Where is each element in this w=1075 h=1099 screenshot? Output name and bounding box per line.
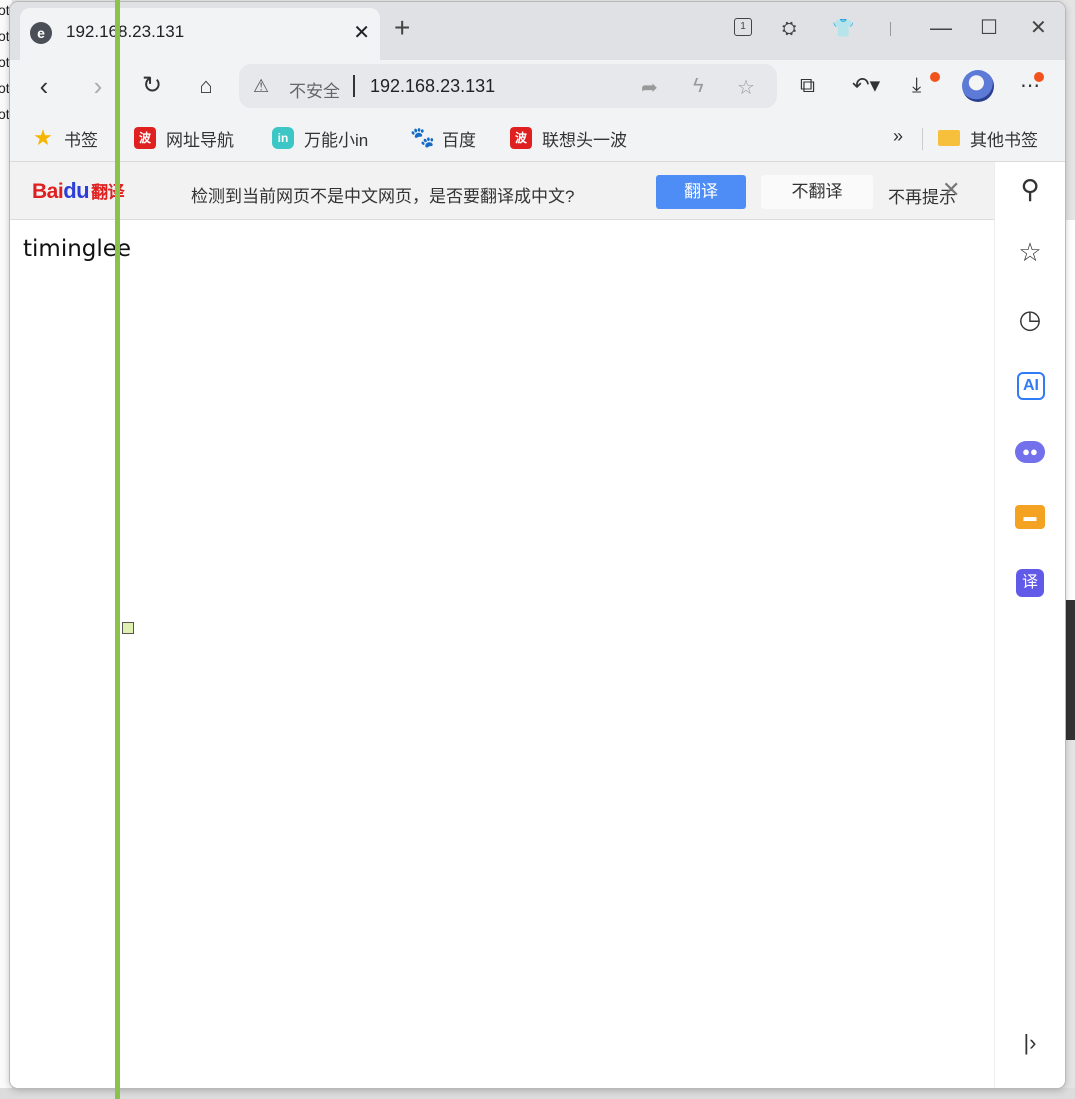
bookmark-item[interactable]: 🐾 百度 — [410, 124, 476, 152]
taskbar-strip — [0, 1088, 1075, 1099]
translate-icon[interactable]: 译 — [1016, 569, 1044, 597]
right-sidebar: ⚲ ☆ ◷ AI ●● ▬ 译 |› — [994, 162, 1065, 1088]
security-label[interactable]: 不安全 — [289, 77, 340, 102]
tab-count-button[interactable]: 1 — [734, 18, 752, 36]
favorites-star-icon[interactable]: ☆ — [1015, 237, 1045, 267]
no-translate-button[interactable]: 不翻译 — [761, 175, 873, 209]
background-text: ot — [0, 54, 10, 70]
undo-dropdown-icon[interactable]: ↶▾ — [852, 74, 880, 98]
translate-button[interactable]: 翻译 — [656, 175, 746, 209]
background-text: ot — [0, 80, 10, 96]
other-bookmarks-label: 其他书签 — [970, 130, 1038, 150]
wanneng-icon: in — [272, 127, 294, 149]
other-bookmarks[interactable]: 其他书签 — [938, 124, 1038, 152]
translate-bar: Baidu 翻译 检测到当前网页不是中文网页，是否要翻译成中文? 翻译 不翻译 不… — [10, 162, 994, 220]
new-tab-button[interactable]: + — [394, 14, 410, 42]
toolbox-icon[interactable]: ▬ — [1015, 505, 1045, 529]
bookmark-label: 书签 — [64, 130, 98, 150]
more-bookmarks-button[interactable]: » — [893, 126, 903, 147]
baidu-paw-icon: 🐾 — [410, 127, 435, 149]
background-text: ot — [0, 28, 10, 44]
lenovo-icon: 波 — [510, 127, 532, 149]
close-icon[interactable]: ✕ — [942, 177, 960, 203]
tab-title: 192.168.23.131 — [66, 22, 185, 41]
resize-handle[interactable] — [122, 622, 134, 634]
translate-message: 检测到当前网页不是中文网页，是否要翻译成中文? — [191, 187, 575, 206]
vertical-guide-line[interactable] — [115, 0, 120, 1099]
home-button[interactable]: ⌂ — [190, 70, 222, 102]
share-icon[interactable]: ➦ — [641, 75, 658, 100]
user-avatar[interactable] — [962, 70, 994, 102]
tab-strip: e 192.168.23.131 ✕ + 1 ⛭ 👕 — ☐ ✕ — [10, 2, 1065, 60]
menu-notification-dot — [1034, 72, 1044, 82]
close-icon[interactable]: ✕ — [353, 20, 370, 45]
navigation-toolbar: ‹ › ↻ ⌂ ⚠ 不安全 192.168.23.131 ➦ ϟ ☆ ⧉ ↶▾ … — [10, 60, 1065, 116]
maximize-button[interactable]: ☐ — [980, 16, 998, 40]
search-icon[interactable]: ⚲ — [1015, 174, 1045, 204]
folder-icon — [938, 130, 960, 146]
ai-assistant-icon[interactable]: AI — [1017, 372, 1045, 400]
skin-shirt-icon[interactable]: 👕 — [832, 16, 854, 40]
back-button[interactable]: ‹ — [28, 70, 60, 102]
bookmark-item[interactable]: 波 网址导航 — [134, 124, 234, 152]
extensions-icon[interactable]: ⧉ — [800, 74, 815, 98]
incognito-icon[interactable]: ⛭ — [782, 16, 796, 40]
url-text[interactable]: 192.168.23.131 — [370, 76, 495, 97]
minimize-button[interactable]: — — [930, 16, 952, 40]
address-divider — [353, 75, 355, 97]
game-controller-icon[interactable]: ●● — [1015, 441, 1045, 463]
bookmark-label: 万能小in — [304, 130, 369, 150]
background-text: ot — [0, 2, 10, 18]
hao123-icon: 波 — [134, 127, 156, 149]
download-notification-dot — [930, 72, 940, 82]
bookmark-label: 网址导航 — [166, 130, 234, 150]
reload-button[interactable]: ↻ — [136, 70, 168, 102]
bookmark-label: 联想头一波 — [542, 130, 627, 150]
baidu-translate-logo: Baidu 翻译 — [32, 178, 125, 204]
close-window-button[interactable]: ✕ — [1030, 16, 1047, 40]
address-bar[interactable]: ⚠ 不安全 192.168.23.131 ➦ ϟ ☆ — [239, 64, 777, 108]
browser-window: e 192.168.23.131 ✕ + 1 ⛭ 👕 — ☐ ✕ ‹ › ↻ ⌂… — [10, 2, 1065, 1088]
bookmarks-bar: ★ 书签 波 网址导航 in 万能小in 🐾 百度 波 联想头一波 » 其他书签 — [10, 116, 1065, 162]
lightning-icon[interactable]: ϟ — [693, 75, 704, 98]
baidu-paw-icon: du — [63, 178, 90, 203]
active-tab[interactable]: e 192.168.23.131 ✕ — [20, 8, 380, 60]
history-clock-icon[interactable]: ◷ — [1015, 304, 1045, 334]
collapse-sidebar-icon[interactable]: |› — [1015, 1028, 1045, 1058]
page-content: timinglee — [10, 220, 994, 1088]
bookmark-label: 百度 — [442, 130, 476, 150]
download-icon[interactable]: ⤓ — [912, 74, 921, 98]
star-icon: ★ — [33, 125, 53, 150]
separator — [890, 22, 891, 36]
forward-button[interactable]: › — [82, 70, 114, 102]
baidu-logo-text: Bai — [32, 180, 64, 203]
bookmark-item[interactable]: 波 联想头一波 — [510, 124, 627, 152]
browser-e-icon: e — [30, 22, 52, 44]
favorite-star-icon[interactable]: ☆ — [737, 75, 755, 100]
warning-icon[interactable]: ⚠ — [253, 76, 269, 97]
bookmark-item[interactable]: ★ 书签 — [32, 124, 98, 152]
bookmarks-separator — [922, 128, 923, 150]
bookmark-item[interactable]: in 万能小in — [272, 124, 368, 152]
background-text: ot — [0, 106, 10, 122]
